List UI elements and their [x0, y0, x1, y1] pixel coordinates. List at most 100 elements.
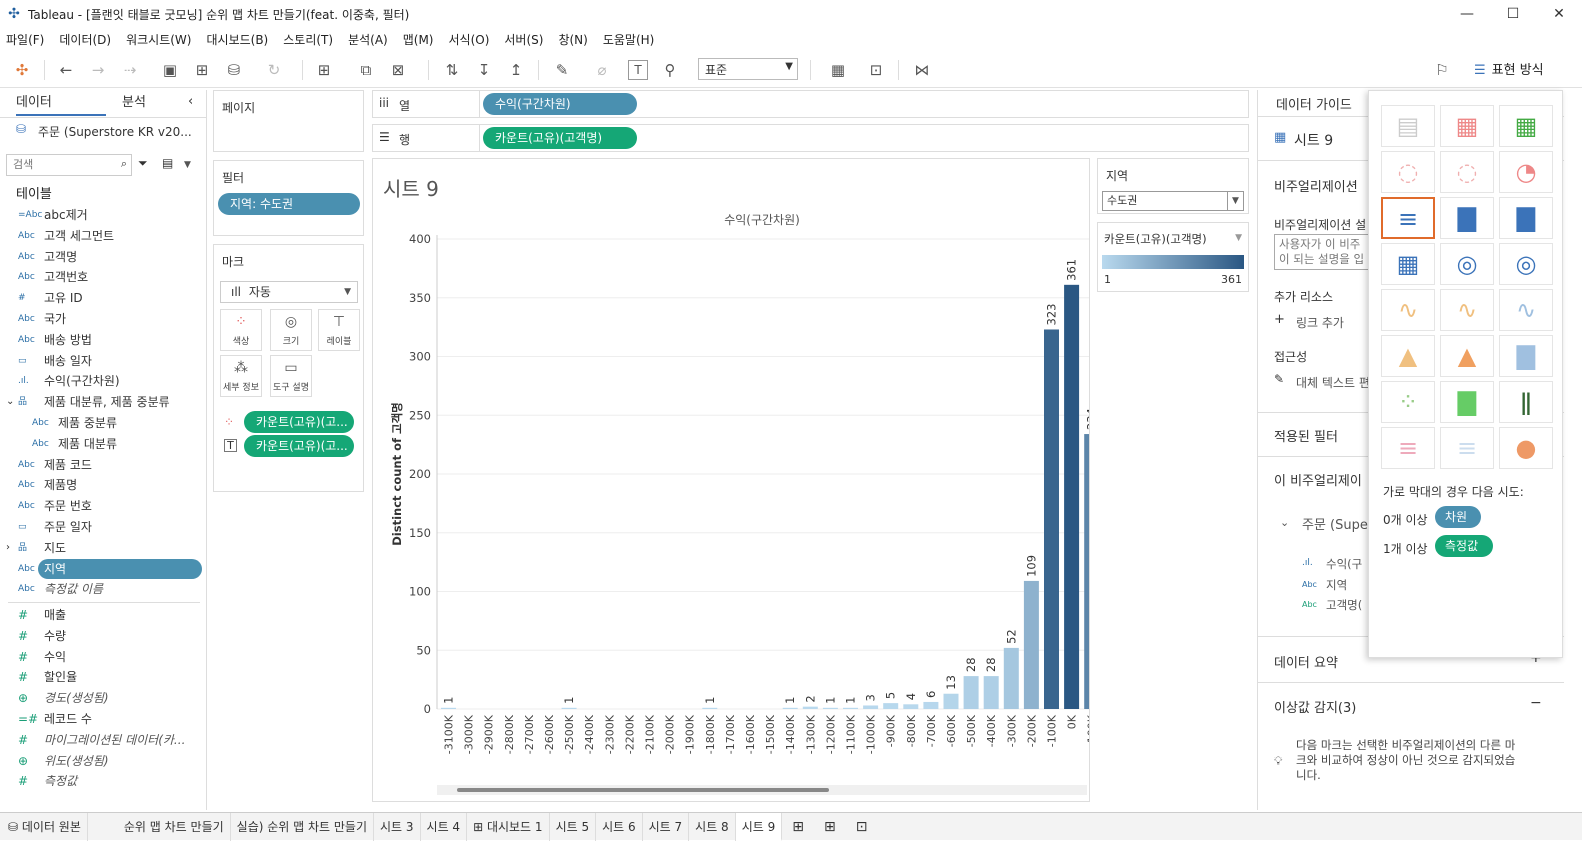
chart-type-thumb[interactable]: ∿ [1440, 289, 1494, 331]
chart-type-thumb[interactable]: ∿ [1381, 289, 1435, 331]
dimension-field[interactable]: Abc 제품 대분류 [0, 434, 205, 454]
detail-button[interactable]: ⁂ 세부 정보 [220, 355, 262, 397]
menu-item[interactable]: 도움말(H) [603, 31, 655, 48]
rows-shelf[interactable]: ☰ 행 카운트(고유)(고객명) [372, 124, 1249, 152]
sheet-tab[interactable]: 시트 8 [689, 812, 736, 841]
rows-pill[interactable]: 카운트(고유)(고객명) [483, 127, 637, 149]
sheet-tab[interactable]: ⛁ 데이터 원본 [0, 812, 88, 841]
show-me-button[interactable]: ☰ 표현 방식 [1466, 56, 1572, 86]
duplicate-sheet-icon[interactable]: ⧉ [354, 58, 378, 82]
new-datasource-icon[interactable]: ⊞ [190, 58, 214, 82]
chart-type-thumb[interactable]: ⁘ [1381, 381, 1435, 423]
chart-type-thumb[interactable]: ∿ [1499, 289, 1553, 331]
menu-item[interactable]: 서버(S) [504, 31, 543, 48]
measure-field[interactable]: ⊕ 경도(생성됨) [0, 688, 205, 708]
dimension-field[interactable]: Abc 배송 방법 [0, 330, 205, 350]
measure-field[interactable]: # 수량 [0, 626, 205, 646]
dimension-field[interactable]: Abc 국가 [0, 309, 205, 329]
chevron-down-icon[interactable]: ▼ [184, 160, 191, 170]
undo-icon[interactable]: ← [54, 58, 78, 82]
show-cards-icon[interactable]: ▦ [826, 58, 850, 82]
measure-field[interactable]: # 마이그레이션된 데이터(카... [0, 730, 205, 750]
chart-type-thumb[interactable]: ◎ [1499, 243, 1553, 285]
menu-item[interactable]: 워크시트(W) [126, 31, 191, 48]
datasource-name[interactable]: 주문 (Superstore KR v20... [38, 123, 192, 140]
collapse-pane-icon[interactable]: ‹ [188, 94, 193, 109]
clear-sheet-icon[interactable]: ⊠ [386, 58, 410, 82]
search-input[interactable] [7, 155, 107, 173]
dimension-field[interactable]: 品 지도 › [0, 538, 205, 558]
dimension-field[interactable]: ▭ 배송 일자 [0, 351, 205, 371]
sheet-tab[interactable]: 시트 4 [421, 812, 468, 841]
dimension-field[interactable]: .ıl. 수익(구간차원) [0, 371, 205, 391]
measure-field[interactable]: # 측정값 [0, 771, 205, 791]
dimension-field[interactable]: Abc 제품명 [0, 475, 205, 495]
pin-icon[interactable]: ⚐ [1430, 58, 1454, 82]
sort-descending-icon[interactable]: ↥ [504, 58, 528, 82]
new-sheet-icon[interactable]: ⊞ [312, 58, 336, 82]
sheet-tab[interactable]: 시트 7 [643, 812, 690, 841]
fix-axes-icon[interactable]: ⚲ [658, 58, 682, 82]
new-dashboard-icon[interactable]: ⊞ [824, 819, 836, 835]
show-mark-labels-icon[interactable]: T [628, 60, 648, 80]
filters-shelf[interactable]: 필터 지역: 수도권 [213, 160, 364, 236]
dimension-field[interactable]: Abc 측정값 이름 [0, 579, 205, 599]
minimize-button[interactable]: — [1444, 0, 1490, 28]
menu-item[interactable]: 파일(F) [6, 31, 44, 48]
measure-field[interactable]: # 수익 [0, 647, 205, 667]
tab-data[interactable]: 데이터 [16, 90, 106, 116]
dimension-field[interactable]: Abc 고객 세그먼트 [0, 226, 205, 246]
filter-pill[interactable]: 지역: 수도권 [218, 193, 360, 215]
chart-type-thumb[interactable]: ▇ [1499, 335, 1553, 377]
chart-type-thumb[interactable]: ● [1499, 427, 1553, 469]
chart-type-thumb[interactable]: ▲ [1440, 335, 1494, 377]
chart-type-thumb[interactable]: ▲ [1381, 335, 1435, 377]
dimension-field[interactable]: Abc 고객명 [0, 247, 205, 267]
chart-type-thumb[interactable]: ▦ [1440, 105, 1494, 147]
sheet-tab[interactable]: 순위 맵 차트 만들기 [118, 812, 231, 841]
chevron-down-icon[interactable]: ▼ [1235, 233, 1242, 243]
filter-icon[interactable]: ⏷ [138, 156, 148, 171]
tooltip-button[interactable]: ▭ 도구 설명 [270, 355, 312, 397]
menu-item[interactable]: 맵(M) [403, 31, 434, 48]
color-button[interactable]: ⁘ 색상 [220, 309, 262, 351]
columns-shelf[interactable]: iii 열 수익(구간차원) [372, 90, 1249, 118]
columns-pill[interactable]: 수익(구간차원) [483, 93, 637, 115]
alt-text[interactable]: 대체 텍스트 편 [1296, 374, 1370, 391]
menu-item[interactable]: 스토리(T) [283, 31, 333, 48]
sheet-tab[interactable]: 시트 5 [550, 812, 597, 841]
menu-item[interactable]: 창(N) [558, 31, 587, 48]
menu-item[interactable]: 서식(O) [449, 31, 490, 48]
menu-item[interactable]: 대시보드(B) [206, 31, 268, 48]
chart-type-thumb[interactable]: ≡ [1440, 427, 1494, 469]
dimension-field[interactable]: 品 제품 대분류, 제품 중분류 ⌄ [0, 392, 205, 412]
chart-type-thumb[interactable]: ǁ [1499, 381, 1553, 423]
menu-item[interactable]: 데이터(D) [59, 31, 111, 48]
dimension-field[interactable]: Abc 제품 중분류 [0, 413, 205, 433]
dimension-field[interactable]: Abc 지역 [0, 558, 205, 579]
chart-type-thumb[interactable]: ≡ [1381, 427, 1435, 469]
dimension-field[interactable]: Abc 제품 코드 [0, 455, 205, 475]
sheet-tab[interactable]: 시트 3 [374, 812, 421, 841]
pages-shelf[interactable]: 페이지 [213, 90, 364, 152]
search-field[interactable]: ⌕ [6, 154, 132, 176]
tableau-home-icon[interactable]: ✣ [10, 58, 34, 82]
chart-type-thumb[interactable]: ◔ [1499, 151, 1553, 193]
view-toggle-icon[interactable]: ▤ [162, 156, 173, 170]
dimension-field[interactable]: Abc 주문 번호 [0, 496, 205, 516]
measure-field[interactable]: ⊕ 위도(생성됨) [0, 751, 205, 771]
maximize-button[interactable]: ☐ [1490, 0, 1536, 28]
chart-type-thumb[interactable]: ◌ [1381, 151, 1435, 193]
measure-field[interactable]: =# 레코드 수 [0, 709, 205, 729]
chevron-down-icon[interactable]: ⌄ [6, 392, 14, 412]
save-icon[interactable]: ▣ [158, 58, 182, 82]
refresh-icon[interactable]: ↻ [262, 58, 286, 82]
add-link[interactable]: 링크 추가 [1296, 314, 1344, 331]
measure-field[interactable]: # 할인율 [0, 667, 205, 687]
sheet-tab[interactable]: ⊞ 대시보드 1 [467, 812, 550, 841]
label-button[interactable]: ⊤ 레이블 [318, 309, 360, 351]
presentation-mode-icon[interactable]: ⊡ [864, 58, 888, 82]
pause-updates-icon[interactable]: ⛁ [222, 58, 246, 82]
chart-type-thumb[interactable]: ◎ [1440, 243, 1494, 285]
chevron-down-icon[interactable]: ⌄ [1280, 516, 1289, 529]
